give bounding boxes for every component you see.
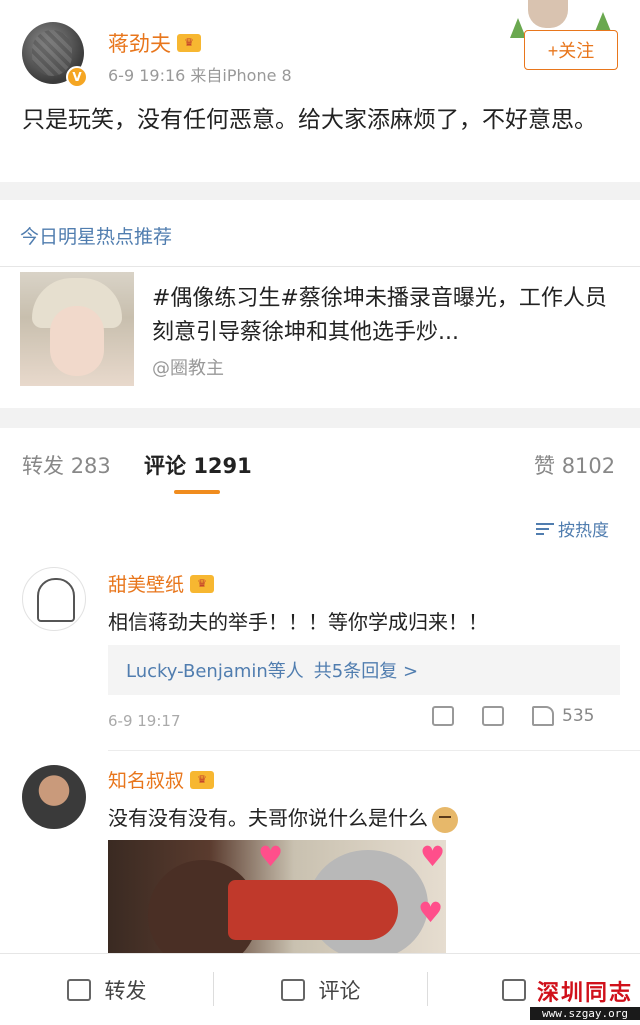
sort-toggle[interactable]: 按热度 — [536, 516, 609, 541]
comment-list: 按热度 甜美壁纸 ♛ 相信蒋劲夫的举手！！！等你学成归来！！ Lucky-Ben… — [0, 500, 640, 960]
author-name[interactable]: 蒋劲夫 ♛ — [108, 28, 201, 58]
commenter-avatar[interactable] — [22, 765, 86, 829]
comment-like-count: 535 — [562, 706, 595, 726]
commenter-name[interactable]: 甜美壁纸 ♛ — [108, 570, 215, 597]
comment-text-body: 没有没有没有。夫哥你说什么是什么 — [108, 806, 428, 830]
tab-repost-label: 转发 — [22, 454, 64, 478]
heart-icon: ♥ — [418, 896, 444, 929]
hot-source: @圈教主 — [152, 358, 224, 379]
hot-recommend-card[interactable]: 今日明星热点推荐 #偶像练习生#蔡徐坤未播录音曝光，工作人员刻意引导蔡徐坤和其他… — [0, 200, 640, 408]
vip-crown-icon: ♛ — [177, 34, 201, 52]
replies-count: 共5条回复 > — [313, 661, 419, 682]
repost-label: 转发 — [104, 979, 147, 1003]
post-text: 只是玩笑，没有任何恶意。给大家添麻烦了，不好意思。 — [22, 107, 597, 133]
replies-who: Lucky-Benjamin等人 — [126, 661, 304, 682]
watermark-url: www.szgay.org — [530, 1007, 640, 1020]
tab-comment[interactable]: 评论 1291 — [144, 450, 252, 480]
vip-crown-icon: ♛ — [190, 770, 215, 789]
hot-headline[interactable]: #偶像练习生#蔡徐坤未播录音曝光，工作人员刻意引导蔡徐坤和其他选手炒... — [152, 282, 612, 350]
tab-like[interactable]: 赞 8102 — [534, 450, 615, 480]
commenter-name-text[interactable]: 知名叔叔 — [108, 766, 184, 793]
post-source: 来自iPhone 8 — [190, 66, 292, 85]
thumbs-up-icon — [532, 706, 554, 726]
vip-crown-icon: ♛ — [190, 574, 215, 593]
tab-repost-count: 283 — [70, 454, 111, 478]
post-meta: 6-9 19:16 来自iPhone 8 — [108, 62, 292, 86]
tab-like-label: 赞 — [534, 454, 555, 478]
comment-label: 评论 — [318, 979, 361, 1003]
tab-like-count: 8102 — [561, 454, 616, 478]
comment-image[interactable]: ♥ ♥ ♥ — [108, 840, 446, 960]
author-name-text[interactable]: 蒋劲夫 — [108, 28, 171, 58]
commenter-name-text[interactable]: 甜美壁纸 — [108, 570, 184, 597]
sort-icon — [536, 521, 554, 537]
thumbnail-face — [50, 306, 104, 376]
interaction-tabs: 转发 283 评论 1291 赞 8102 — [0, 428, 640, 500]
post-time: 6-9 19:16 — [108, 66, 186, 85]
tab-comment-count: 1291 — [193, 454, 252, 478]
commenter-avatar[interactable] — [22, 567, 86, 631]
share-icon[interactable] — [432, 706, 454, 726]
sort-label: 按热度 — [558, 521, 609, 541]
divider — [0, 266, 640, 267]
commenter-name[interactable]: 知名叔叔 ♛ — [108, 766, 215, 793]
heart-icon: ♥ — [258, 840, 284, 873]
repost-button[interactable]: 转发 — [0, 954, 213, 1025]
replies-preview[interactable]: Lucky-Benjamin等人 共5条回复 > — [108, 645, 620, 695]
tab-comment-label: 评论 — [144, 454, 186, 478]
post-card: V 蒋劲夫 ♛ 6-9 19:16 来自iPhone 8 +关注 只是玩笑，没有… — [0, 0, 640, 182]
tab-repost[interactable]: 转发 283 — [22, 450, 111, 480]
comment-actions: 535 — [432, 706, 594, 726]
comment-text: 相信蒋劲夫的举手！！！等你学成归来！！ — [108, 610, 488, 634]
heart-icon: ♥ — [420, 840, 446, 873]
hot-recommend-title[interactable]: 今日明星热点推荐 — [20, 222, 172, 249]
active-tab-indicator — [174, 490, 220, 494]
doge-emoji-icon — [432, 806, 458, 833]
thumbs-up-icon — [502, 979, 526, 1001]
hot-thumbnail[interactable] — [20, 272, 134, 386]
follow-button[interactable]: +关注 — [524, 30, 618, 70]
comment-button[interactable]: 评论 — [214, 954, 427, 1025]
repost-icon — [66, 979, 91, 1001]
verified-badge-icon: V — [66, 66, 88, 88]
follow-decoration-avatar — [528, 0, 568, 28]
watermark-text: 深圳同志 — [536, 981, 633, 1006]
reply-icon[interactable] — [482, 706, 504, 726]
comment-like-button[interactable]: 535 — [532, 706, 594, 726]
comment-text: 没有没有没有。夫哥你说什么是什么 — [108, 802, 458, 833]
watermark: 深圳同志 www.szgay.org — [530, 975, 640, 1020]
comment-icon — [280, 979, 305, 1001]
megaphone-icon — [228, 880, 398, 940]
divider — [108, 750, 640, 751]
comment-time: 6-9 19:17 — [108, 712, 181, 730]
